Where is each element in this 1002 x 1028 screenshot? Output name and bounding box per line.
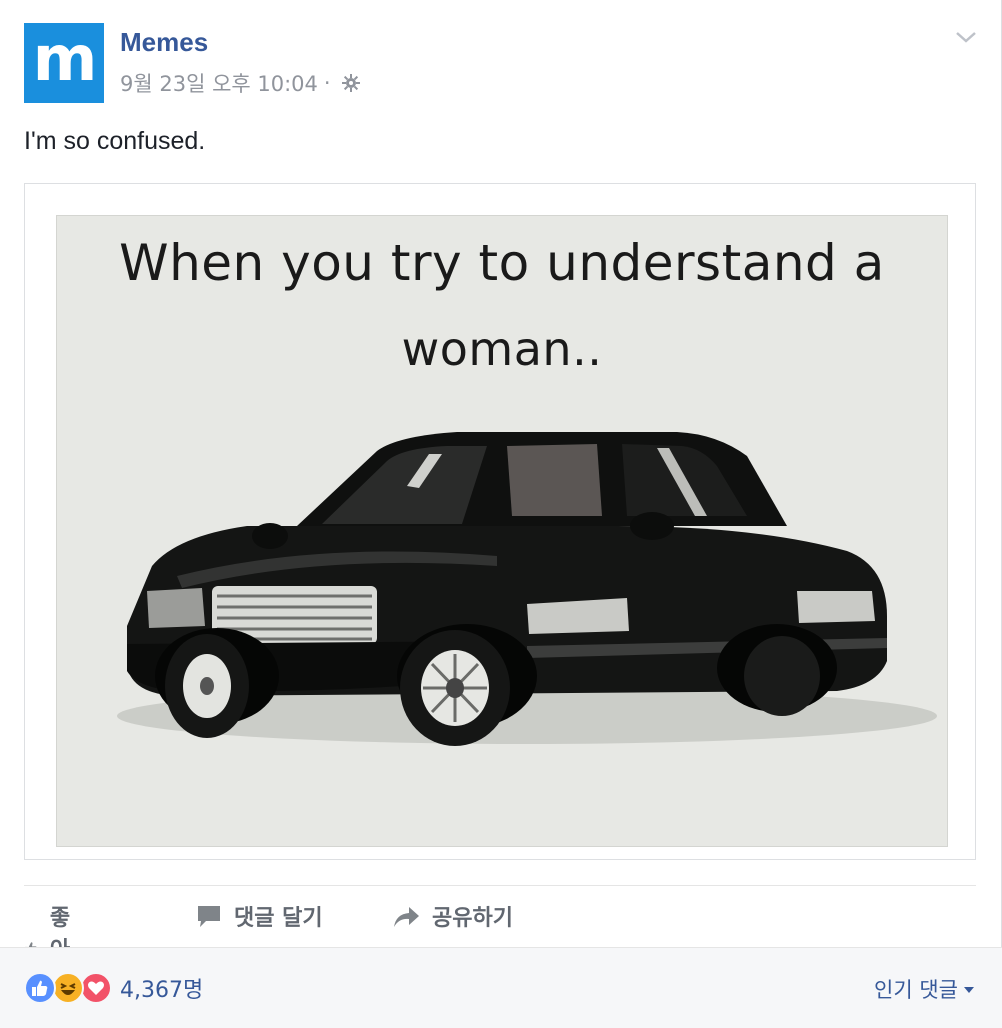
reactions-summary[interactable]: 4,367명 (24, 972, 203, 1004)
caret-down-icon (964, 987, 974, 993)
post-image-link[interactable]: When you try to understand a woman.. (24, 183, 976, 860)
meme-caption-line1: When you try to understand a (119, 234, 885, 292)
like-reaction-icon (24, 972, 56, 1004)
meme-caption-line2: woman.. (401, 322, 603, 376)
share-arrow-icon (394, 907, 419, 927)
haha-reaction-icon (52, 972, 84, 1004)
page-avatar[interactable]: m (24, 23, 104, 103)
post-timestamp[interactable]: 9월 23일 오후 10:04 (120, 68, 318, 98)
chevron-down-icon[interactable] (954, 28, 978, 46)
love-reaction-icon (80, 972, 112, 1004)
meme-image: When you try to understand a woman.. (56, 215, 948, 847)
sort-label: 인기 댓글 (874, 978, 958, 1002)
meta-separator: · (323, 71, 331, 95)
comment-label: 댓글 달기 (234, 906, 323, 931)
car-illustration (117, 432, 937, 746)
share-button[interactable]: 공유하기 (392, 900, 552, 932)
comment-icon (198, 906, 220, 927)
gear-icon[interactable] (341, 73, 361, 93)
reaction-count: 4,367명 (120, 978, 204, 1003)
avatar-letter: m (32, 22, 98, 95)
comment-sort-dropdown[interactable]: 인기 댓글 (874, 974, 974, 1004)
page-name-link[interactable]: Memes (120, 27, 208, 58)
post-footer: 4,367명 인기 댓글 (0, 947, 1002, 1028)
share-label: 공유하기 (432, 906, 513, 931)
post-meta: 9월 23일 오후 10:04 · (120, 68, 361, 98)
post-message: I'm so confused. (24, 127, 206, 155)
actions-divider (24, 885, 976, 886)
comment-button[interactable]: 댓글 달기 (196, 900, 356, 932)
feed-post: m Memes 9월 23일 오후 10:04 · I'm so confuse… (0, 0, 1002, 1028)
